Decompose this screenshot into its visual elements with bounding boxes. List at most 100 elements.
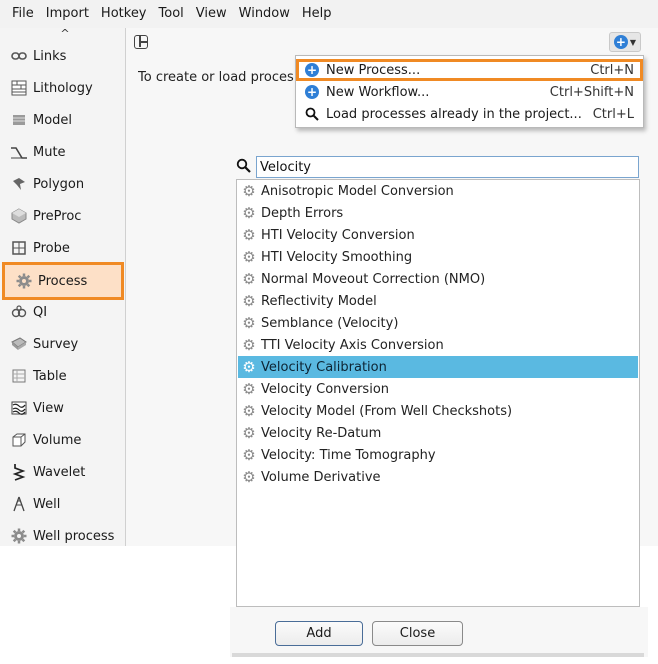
- sidebar-item-label: Wavelet: [33, 464, 86, 480]
- well-icon: [10, 495, 28, 513]
- menu-tool[interactable]: Tool: [153, 0, 190, 28]
- list-item[interactable]: ⚙ HTI Velocity Conversion: [238, 224, 638, 246]
- menu-help[interactable]: Help: [296, 0, 338, 28]
- plus-circle-icon: +: [305, 63, 319, 77]
- qi-icon: [10, 303, 28, 321]
- search-icon: [236, 158, 252, 174]
- menu-import[interactable]: Import: [40, 0, 95, 28]
- gear-icon: [15, 272, 33, 290]
- sidebar-item-lithology[interactable]: Lithology: [0, 72, 124, 104]
- menu-item-shortcut: Ctrl+N: [590, 62, 634, 78]
- list-item-label: Velocity: Time Tomography: [261, 447, 436, 463]
- sidebar-item-label: Mute: [33, 144, 66, 160]
- gear-icon: ⚙: [242, 336, 256, 354]
- menu-file[interactable]: File: [6, 0, 40, 28]
- plus-circle-icon: +: [305, 85, 319, 99]
- list-item-label: HTI Velocity Conversion: [261, 227, 415, 243]
- list-item[interactable]: ⚙ Velocity: Time Tomography: [238, 444, 638, 466]
- menu-item-new-workflow[interactable]: + New Workflow... Ctrl+Shift+N: [296, 81, 643, 103]
- list-item[interactable]: ⚙ HTI Velocity Smoothing: [238, 246, 638, 268]
- survey-icon: [10, 335, 28, 353]
- list-item[interactable]: ⚙ Reflectivity Model: [238, 290, 638, 312]
- menu-hotkey[interactable]: Hotkey: [95, 0, 153, 28]
- sidebar-item-label: Model: [33, 112, 73, 128]
- list-item-selected[interactable]: ⚙ Velocity Calibration: [238, 356, 638, 378]
- list-item-label: HTI Velocity Smoothing: [261, 249, 413, 265]
- sidebar-item-polygon[interactable]: Polygon: [0, 168, 124, 200]
- wavelet-icon: [10, 463, 28, 481]
- menu-item-load-processes[interactable]: Load processes already in the project...…: [296, 103, 643, 125]
- gear-icon: ⚙: [242, 402, 256, 420]
- gear-icon: ⚙: [242, 424, 256, 442]
- list-item-label: Anisotropic Model Conversion: [261, 183, 454, 199]
- search-icon: [304, 106, 320, 122]
- sidebar-item-label: Well process: [33, 528, 115, 544]
- scroll-up-arrow[interactable]: ^: [58, 28, 72, 40]
- sidebar-item-links[interactable]: Links: [0, 40, 124, 72]
- list-item-label: Volume Derivative: [261, 469, 381, 485]
- sidebar-item-qi[interactable]: QI: [0, 296, 124, 328]
- sidebar-item-label: Survey: [33, 336, 79, 352]
- sidebar-item-wavelet[interactable]: Wavelet: [0, 456, 124, 488]
- menu-item-new-process[interactable]: + New Process... Ctrl+N: [296, 59, 643, 81]
- menu-bar: File Import Hotkey Tool View Window Help: [0, 0, 658, 28]
- sidebar-item-label: PreProc: [33, 208, 82, 224]
- sidebar-item-volume[interactable]: Volume: [0, 424, 124, 456]
- gear-icon: ⚙: [242, 380, 256, 398]
- list-item-label: Depth Errors: [261, 205, 344, 221]
- panel-layout-icon[interactable]: [134, 35, 148, 49]
- menu-item-label: Load processes already in the project...: [326, 106, 582, 122]
- list-item-label: Velocity Re-Datum: [261, 425, 382, 441]
- menu-view[interactable]: View: [190, 0, 233, 28]
- sidebar-item-label: Table: [33, 368, 67, 384]
- sidebar-item-probe[interactable]: Probe: [0, 232, 124, 264]
- lithology-icon: [10, 79, 28, 97]
- menu-window[interactable]: Window: [233, 0, 296, 28]
- links-icon: [10, 47, 28, 65]
- sidebar-item-well-process[interactable]: Well process: [0, 520, 124, 552]
- list-item-label: Semblance (Velocity): [261, 315, 399, 331]
- add-button[interactable]: Add: [275, 621, 363, 646]
- sidebar-item-preproc[interactable]: PreProc: [0, 200, 124, 232]
- mute-icon: [10, 143, 28, 161]
- list-item-label: Normal Moveout Correction (NMO): [261, 271, 486, 287]
- add-dropdown-menu: + New Process... Ctrl+N + New Workflow..…: [295, 55, 644, 128]
- polygon-icon: [10, 175, 28, 193]
- sidebar-item-label: Probe: [33, 240, 70, 256]
- gear-icon: ⚙: [242, 182, 256, 200]
- gear-icon: [10, 527, 28, 545]
- model-icon: [10, 111, 28, 129]
- divider: [232, 653, 644, 657]
- gear-icon: ⚙: [242, 248, 256, 266]
- list-item[interactable]: ⚙ Anisotropic Model Conversion: [238, 180, 638, 202]
- sidebar-item-label: Well: [33, 496, 61, 512]
- list-item-label: TTI Velocity Axis Conversion: [261, 337, 444, 353]
- gear-icon: ⚙: [242, 468, 256, 486]
- list-item[interactable]: ⚙ Velocity Re-Datum: [238, 422, 638, 444]
- list-item-label: Velocity Model (From Well Checkshots): [261, 403, 513, 419]
- list-item[interactable]: ⚙ Normal Moveout Correction (NMO): [238, 268, 638, 290]
- sidebar-item-label: Polygon: [33, 176, 85, 192]
- search-input[interactable]: [256, 156, 639, 178]
- sidebar-item-mute[interactable]: Mute: [0, 136, 124, 168]
- menu-item-label: New Process...: [326, 62, 421, 78]
- list-item[interactable]: ⚙ Velocity Model (From Well Checkshots): [238, 400, 638, 422]
- add-dropdown-button[interactable]: + ▼: [609, 32, 641, 52]
- list-item[interactable]: ⚙ Velocity Conversion: [238, 378, 638, 400]
- sidebar-item-model[interactable]: Model: [0, 104, 124, 136]
- list-item[interactable]: ⚙ Semblance (Velocity): [238, 312, 638, 334]
- sidebar-item-view[interactable]: View: [0, 392, 124, 424]
- sidebar: ^ Links Lithology Model Mute Polygon Pre…: [0, 28, 126, 546]
- gear-icon: ⚙: [242, 270, 256, 288]
- close-button[interactable]: Close: [372, 621, 463, 646]
- sidebar-item-process[interactable]: Process: [2, 262, 124, 300]
- sidebar-item-well[interactable]: Well: [0, 488, 124, 520]
- list-item-label: Velocity Calibration: [261, 359, 387, 375]
- list-item[interactable]: ⚙ Volume Derivative: [238, 466, 638, 488]
- list-item[interactable]: ⚙ TTI Velocity Axis Conversion: [238, 334, 638, 356]
- sidebar-item-survey[interactable]: Survey: [0, 328, 124, 360]
- sidebar-item-table[interactable]: Table: [0, 360, 124, 392]
- list-item[interactable]: ⚙ Depth Errors: [238, 202, 638, 224]
- probe-icon: [10, 239, 28, 257]
- table-icon: [10, 367, 28, 385]
